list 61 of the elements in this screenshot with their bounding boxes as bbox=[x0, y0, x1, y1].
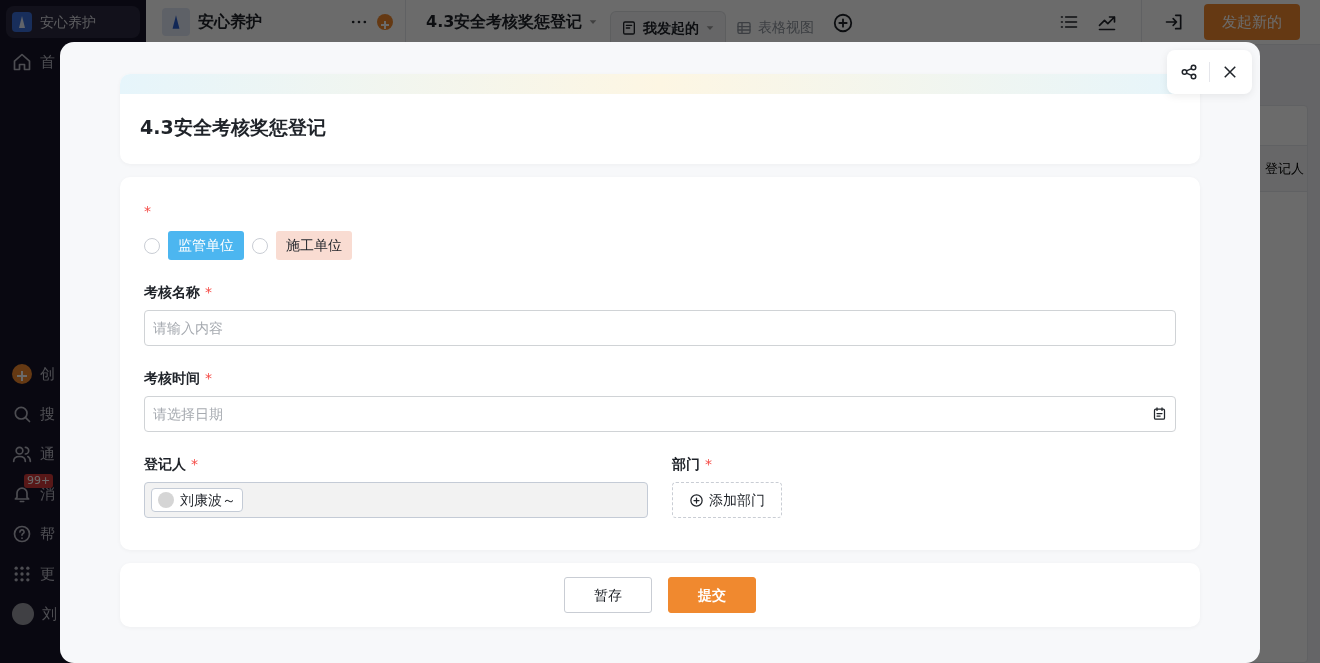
share-icon bbox=[1179, 63, 1198, 81]
caret-icon bbox=[588, 17, 599, 27]
calendar-icon bbox=[1152, 406, 1167, 421]
search-icon bbox=[12, 404, 32, 424]
grid-icon bbox=[12, 564, 32, 584]
view-tab[interactable]: 我发起的 bbox=[610, 10, 727, 45]
caret-icon bbox=[705, 23, 716, 33]
sidebar-item[interactable]: 帮 bbox=[6, 514, 140, 554]
form-title-dropdown[interactable]: 4.3安全考核奖惩登记 bbox=[406, 10, 611, 34]
sidebar-label: 更 bbox=[40, 563, 55, 585]
create-icon bbox=[12, 364, 32, 384]
app-name: 安心养护 bbox=[198, 11, 263, 33]
column-header: 登记人 bbox=[1265, 159, 1304, 178]
field-label: 考核时间 bbox=[144, 368, 200, 388]
text-input-field[interactable]: 请输入内容 bbox=[144, 310, 1176, 346]
add-view-icon[interactable] bbox=[832, 12, 855, 34]
sidebar-item[interactable]: 创 bbox=[6, 354, 140, 394]
sidebar-label: 首 bbox=[40, 51, 55, 73]
home-icon bbox=[12, 52, 32, 72]
form-title: 4.3安全考核奖惩登记 bbox=[426, 11, 583, 33]
sidebar-label: 通 bbox=[40, 443, 55, 465]
field-label: 部门 bbox=[672, 454, 700, 474]
brand-name: 安心养护 bbox=[40, 12, 96, 32]
exit-icon[interactable] bbox=[1164, 12, 1184, 32]
required-mark: * bbox=[205, 282, 212, 302]
field-label: 考核名称 bbox=[144, 282, 200, 302]
sidebar-item[interactable]: 刘 bbox=[6, 594, 140, 634]
avatar-icon bbox=[158, 492, 174, 508]
plus-circle-icon bbox=[689, 492, 704, 508]
logo-icon bbox=[12, 12, 32, 32]
sidebar-item[interactable]: 更 bbox=[6, 554, 140, 594]
table-icon bbox=[736, 19, 753, 36]
bell-icon bbox=[12, 484, 32, 504]
contacts-icon bbox=[12, 444, 32, 464]
sidebar-label: 刘 bbox=[42, 603, 57, 625]
save-draft-button[interactable]: 暂存 bbox=[564, 577, 652, 613]
required-mark: * bbox=[205, 368, 212, 388]
sidebar-item[interactable]: 消 99+ bbox=[6, 474, 140, 514]
user-chip[interactable]: 刘康波～ bbox=[151, 488, 243, 512]
avatar-icon bbox=[12, 603, 34, 625]
help-icon bbox=[12, 524, 32, 544]
brand-item[interactable]: 安心养护 bbox=[6, 6, 140, 38]
sidebar-label: 帮 bbox=[40, 523, 55, 545]
add-department-button[interactable]: 添加部门 bbox=[672, 482, 782, 518]
sidebar-label: 创 bbox=[40, 363, 55, 385]
sidebar-item[interactable]: 首 bbox=[6, 42, 140, 82]
start-new-button[interactable]: 发起新的 bbox=[1204, 4, 1300, 40]
modal-title: 4.3安全考核奖惩登记 bbox=[139, 115, 327, 139]
form-icon bbox=[621, 20, 638, 36]
sidebar-item[interactable]: 通 bbox=[6, 434, 140, 474]
app-logo-icon bbox=[162, 8, 190, 36]
sidebar-item[interactable]: 搜 bbox=[6, 394, 140, 434]
date-picker-field[interactable]: 请选择日期 bbox=[144, 396, 1176, 432]
submit-button[interactable]: 提交 bbox=[668, 577, 756, 613]
unread-badge: 99+ bbox=[24, 474, 54, 488]
user-picker-field[interactable]: 刘康波～ bbox=[144, 482, 648, 518]
required-mark: * bbox=[144, 201, 151, 221]
sidebar-label: 搜 bbox=[40, 403, 55, 425]
required-mark: * bbox=[191, 454, 198, 474]
field-label: 登记人 bbox=[144, 454, 186, 474]
required-mark: * bbox=[705, 454, 712, 474]
